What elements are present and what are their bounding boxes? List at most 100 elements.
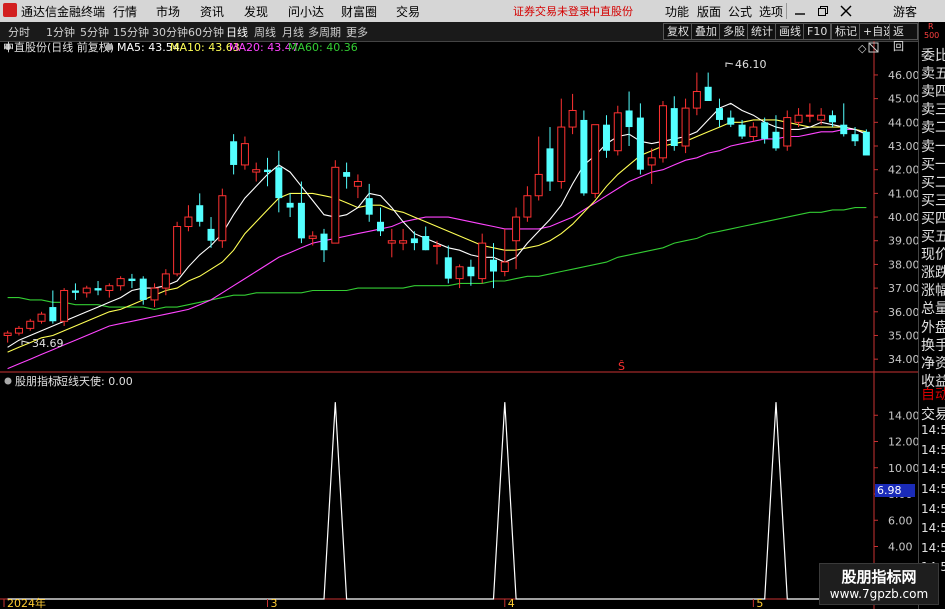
guest-user[interactable]: 游客 — [893, 3, 917, 20]
candle-body — [331, 166, 340, 244]
sidebar-item[interactable]: 卖三 — [921, 99, 945, 119]
menu-item-ask[interactable]: 问小达 — [288, 3, 324, 20]
close-icon[interactable] — [840, 5, 852, 17]
menu-item-news[interactable]: 资讯 — [200, 3, 224, 20]
candle — [353, 174, 362, 199]
candle-body — [625, 110, 633, 128]
watermark-title: 股朋指标网 — [841, 568, 917, 586]
sidebar-item[interactable]: 卖五 — [921, 63, 945, 83]
stats-button[interactable]: 统计 — [747, 23, 777, 40]
sidebar-item[interactable]: 买一 — [921, 154, 945, 174]
candle — [14, 326, 23, 336]
chart-area[interactable]: 46.0045.0044.0043.0042.0041.0040.0039.00… — [0, 41, 918, 609]
multi-stock-button[interactable]: 多股 — [719, 23, 749, 40]
sidebar-item[interactable]: 现价 — [921, 244, 945, 264]
sidebar-item[interactable]: 买三 — [921, 190, 945, 210]
indicator-tick-label: 4.00 — [888, 541, 913, 554]
sidebar-item[interactable]: 总量 — [921, 298, 945, 318]
candle — [749, 122, 758, 142]
adjust-button[interactable]: 复权 — [663, 23, 693, 40]
app-logo-icon — [3, 3, 17, 17]
draw-line-button[interactable]: 画线 — [775, 23, 805, 40]
auto-toggle[interactable]: 自动 — [921, 384, 945, 404]
candle-body — [161, 273, 170, 289]
menu-item-function[interactable]: 功能 — [665, 3, 689, 20]
candle — [500, 228, 509, 277]
ma-settings-icon[interactable] — [105, 43, 113, 51]
mark-button[interactable]: 标记 — [831, 23, 861, 40]
sidebar-item[interactable]: 卖四 — [921, 81, 945, 101]
sidebar-item[interactable]: 买四 — [921, 208, 945, 228]
period-15min[interactable]: 15分钟 — [113, 24, 149, 40]
sidebar-item[interactable]: 涨跌 — [921, 262, 945, 282]
trade-login-warning[interactable]: 证券交易未登录 — [513, 3, 590, 19]
candle — [534, 136, 543, 201]
candle-body — [240, 143, 249, 166]
sidebar-item[interactable]: 卖二 — [921, 117, 945, 137]
back-button[interactable]: 返回 — [889, 23, 918, 53]
price-tick-label: 41.00 — [888, 187, 918, 200]
f10-button[interactable]: F10 — [803, 23, 832, 40]
sidebar-item[interactable]: 涨幅 — [921, 280, 945, 300]
menu-item-quotes[interactable]: 行情 — [113, 3, 137, 20]
candle — [727, 110, 735, 128]
candle-body — [343, 172, 351, 177]
restore-icon[interactable] — [817, 5, 829, 17]
candle-body — [308, 235, 317, 239]
indicator-line — [7, 402, 856, 600]
menu-item-layout[interactable]: 版面 — [697, 3, 721, 20]
candle — [512, 207, 521, 270]
trade-link[interactable]: 交易 — [921, 404, 945, 424]
candle-body — [828, 115, 836, 123]
sidebar-item[interactable]: 净资 — [921, 353, 945, 373]
indicator-settings-icon[interactable] — [4, 377, 12, 385]
menu-item-wealth-circle[interactable]: 财富圈 — [341, 3, 377, 20]
candle — [184, 205, 193, 232]
date-tick-label: 5 — [756, 597, 763, 609]
period-monthly[interactable]: 月线 — [282, 24, 304, 40]
period-5min[interactable]: 5分钟 — [80, 24, 109, 40]
indicator-value: 短线天使: 0.00 — [57, 374, 133, 388]
candle — [252, 162, 261, 182]
candle — [602, 115, 610, 158]
overlay-button[interactable]: 叠加 — [691, 23, 721, 40]
candle — [264, 157, 272, 187]
period-more[interactable]: 更多 — [346, 24, 368, 40]
menu-item-discover[interactable]: 发现 — [244, 3, 268, 20]
candle-body — [670, 108, 678, 146]
tick-time: 14:56 — [921, 462, 945, 477]
candle-body — [196, 205, 204, 222]
sidebar-item[interactable]: 买五 — [921, 226, 945, 246]
period-1min[interactable]: 1分钟 — [46, 24, 75, 40]
period-daily[interactable]: 日线 — [226, 24, 248, 40]
sidebar-item[interactable]: 卖一 — [921, 136, 945, 156]
candle-body — [444, 257, 452, 279]
candles-group — [3, 72, 870, 343]
minimize-icon[interactable] — [794, 5, 806, 17]
chart-frame — [0, 41, 918, 609]
candle-body — [749, 126, 758, 138]
period-30min[interactable]: 30分钟 — [152, 24, 188, 40]
candle-body — [761, 122, 769, 139]
low-price-label: 34.69 — [32, 337, 64, 350]
menu-item-options[interactable]: 选项 — [759, 3, 783, 20]
candle-body — [37, 313, 46, 322]
sidebar-item[interactable]: 外盘 — [921, 317, 945, 337]
date-tick-label: 3 — [271, 597, 278, 609]
period-weekly[interactable]: 周线 — [254, 24, 276, 40]
candle-body — [275, 167, 283, 199]
period-60min[interactable]: 60分钟 — [188, 24, 224, 40]
sidebar-item[interactable]: 换手 — [921, 335, 945, 355]
menu-item-formula[interactable]: 公式 — [728, 3, 752, 20]
candle-body — [489, 259, 497, 272]
period-multi[interactable]: 多周期 — [308, 24, 341, 40]
sidebar-item[interactable]: 委比 — [921, 45, 945, 65]
period-intraday[interactable]: 分时 — [8, 24, 30, 40]
menu-item-market[interactable]: 市场 — [156, 3, 180, 20]
current-stock-name: 中直股份 — [589, 5, 633, 18]
sidebar-item[interactable]: 买二 — [921, 172, 945, 192]
candle-body — [139, 278, 147, 300]
menu-item-trade[interactable]: 交易 — [396, 3, 420, 20]
candle-body — [500, 261, 509, 273]
panel-collapse-icon[interactable]: ◇ — [858, 42, 867, 55]
